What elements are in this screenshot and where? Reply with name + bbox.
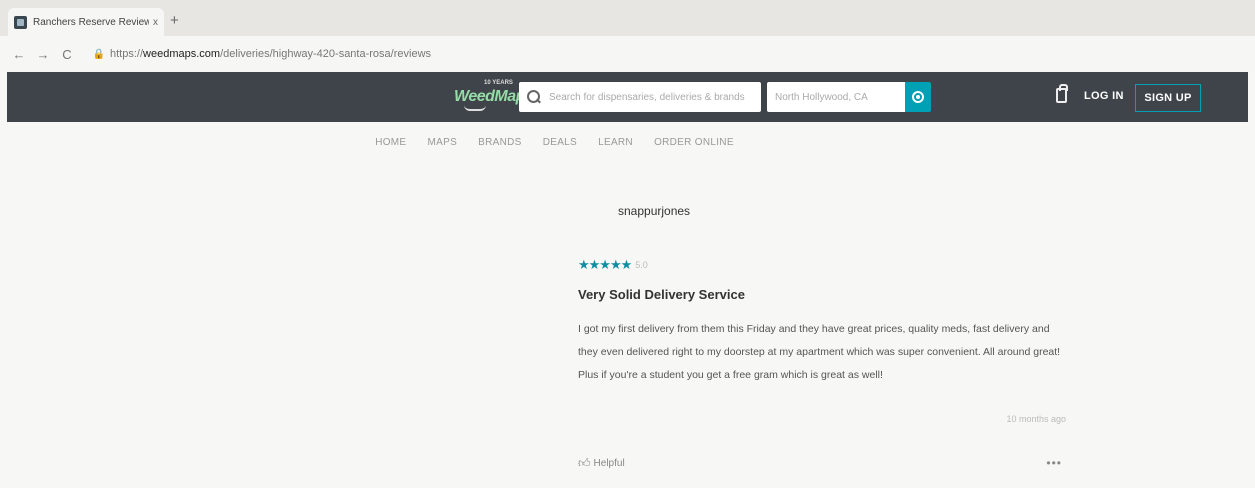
url-scheme: https:// xyxy=(110,48,144,60)
nav-item-learn[interactable]: LEARN xyxy=(598,137,633,148)
logo-smile-icon xyxy=(464,105,486,111)
location-box xyxy=(767,82,907,112)
back-arrow-icon[interactable]: ← xyxy=(10,47,28,62)
search-box xyxy=(519,82,761,112)
url-path: /deliveries/highway-420-santa-rosa/revie… xyxy=(220,48,432,60)
thumbs-up-icon: 👍︎ xyxy=(578,456,591,470)
nav-item-brands[interactable]: BRANDS xyxy=(478,137,521,148)
address-bar: ← → C 🔒 https://weedmaps.com/deliveries/… xyxy=(0,36,1255,72)
forward-arrow-icon[interactable]: → xyxy=(34,47,52,62)
weedmaps-logo[interactable]: WeedMaps 10 YEARS xyxy=(444,80,534,114)
url-host: weedmaps.com xyxy=(143,48,221,60)
reload-icon[interactable]: C xyxy=(58,47,76,62)
url-field[interactable]: https://weedmaps.com/deliveries/highway-… xyxy=(110,48,431,60)
review-body: I got my first delivery from them this F… xyxy=(578,323,1061,381)
reviewer-name[interactable]: snappurjones xyxy=(618,204,690,218)
helpful-button[interactable]: 👍︎ Helpful xyxy=(578,456,625,471)
lock-icon[interactable]: 🔒 xyxy=(92,49,106,60)
tab-title: Ranchers Reserve Reviews - C xyxy=(33,16,149,28)
nav-item-deals[interactable]: DEALS xyxy=(543,137,577,148)
more-options-button[interactable]: ••• xyxy=(1046,456,1062,470)
search-icon xyxy=(527,90,541,104)
logo-years-badge: 10 YEARS xyxy=(484,80,513,86)
new-tab-button[interactable]: + xyxy=(170,12,179,29)
review-timestamp: 10 months ago xyxy=(1006,414,1066,424)
search-input[interactable] xyxy=(549,91,753,103)
star-rating-icon: ★★★★★ xyxy=(578,257,632,272)
tab-close-icon[interactable]: x xyxy=(153,17,158,28)
site-nav: HOME MAPS BRANDS DEALS LEARN ORDER ONLIN… xyxy=(0,137,1255,148)
nav-item-home[interactable]: HOME xyxy=(375,137,406,148)
signup-button[interactable]: SIGN UP xyxy=(1135,84,1201,112)
locate-me-button[interactable] xyxy=(905,82,931,112)
site-favicon-icon xyxy=(14,15,27,29)
location-target-icon xyxy=(912,91,924,103)
helpful-label: Helpful xyxy=(593,458,625,469)
rating-value: 5.0 xyxy=(635,260,648,270)
shopping-bag-icon[interactable] xyxy=(1056,84,1068,103)
location-input[interactable] xyxy=(775,91,907,103)
browser-tab-strip: Ranchers Reserve Reviews - C x + xyxy=(0,0,1255,36)
site-header: WeedMaps 10 YEARS LOG IN SIGN UP xyxy=(7,72,1248,122)
browser-tab[interactable]: Ranchers Reserve Reviews - C x xyxy=(8,8,164,36)
nav-item-order-online[interactable]: ORDER ONLINE xyxy=(654,137,734,148)
nav-item-maps[interactable]: MAPS xyxy=(428,137,458,148)
login-link[interactable]: LOG IN xyxy=(1084,90,1124,102)
review-title: Very Solid Delivery Service xyxy=(578,287,745,302)
rating-row: ★★★★★ 5.0 xyxy=(578,257,648,273)
